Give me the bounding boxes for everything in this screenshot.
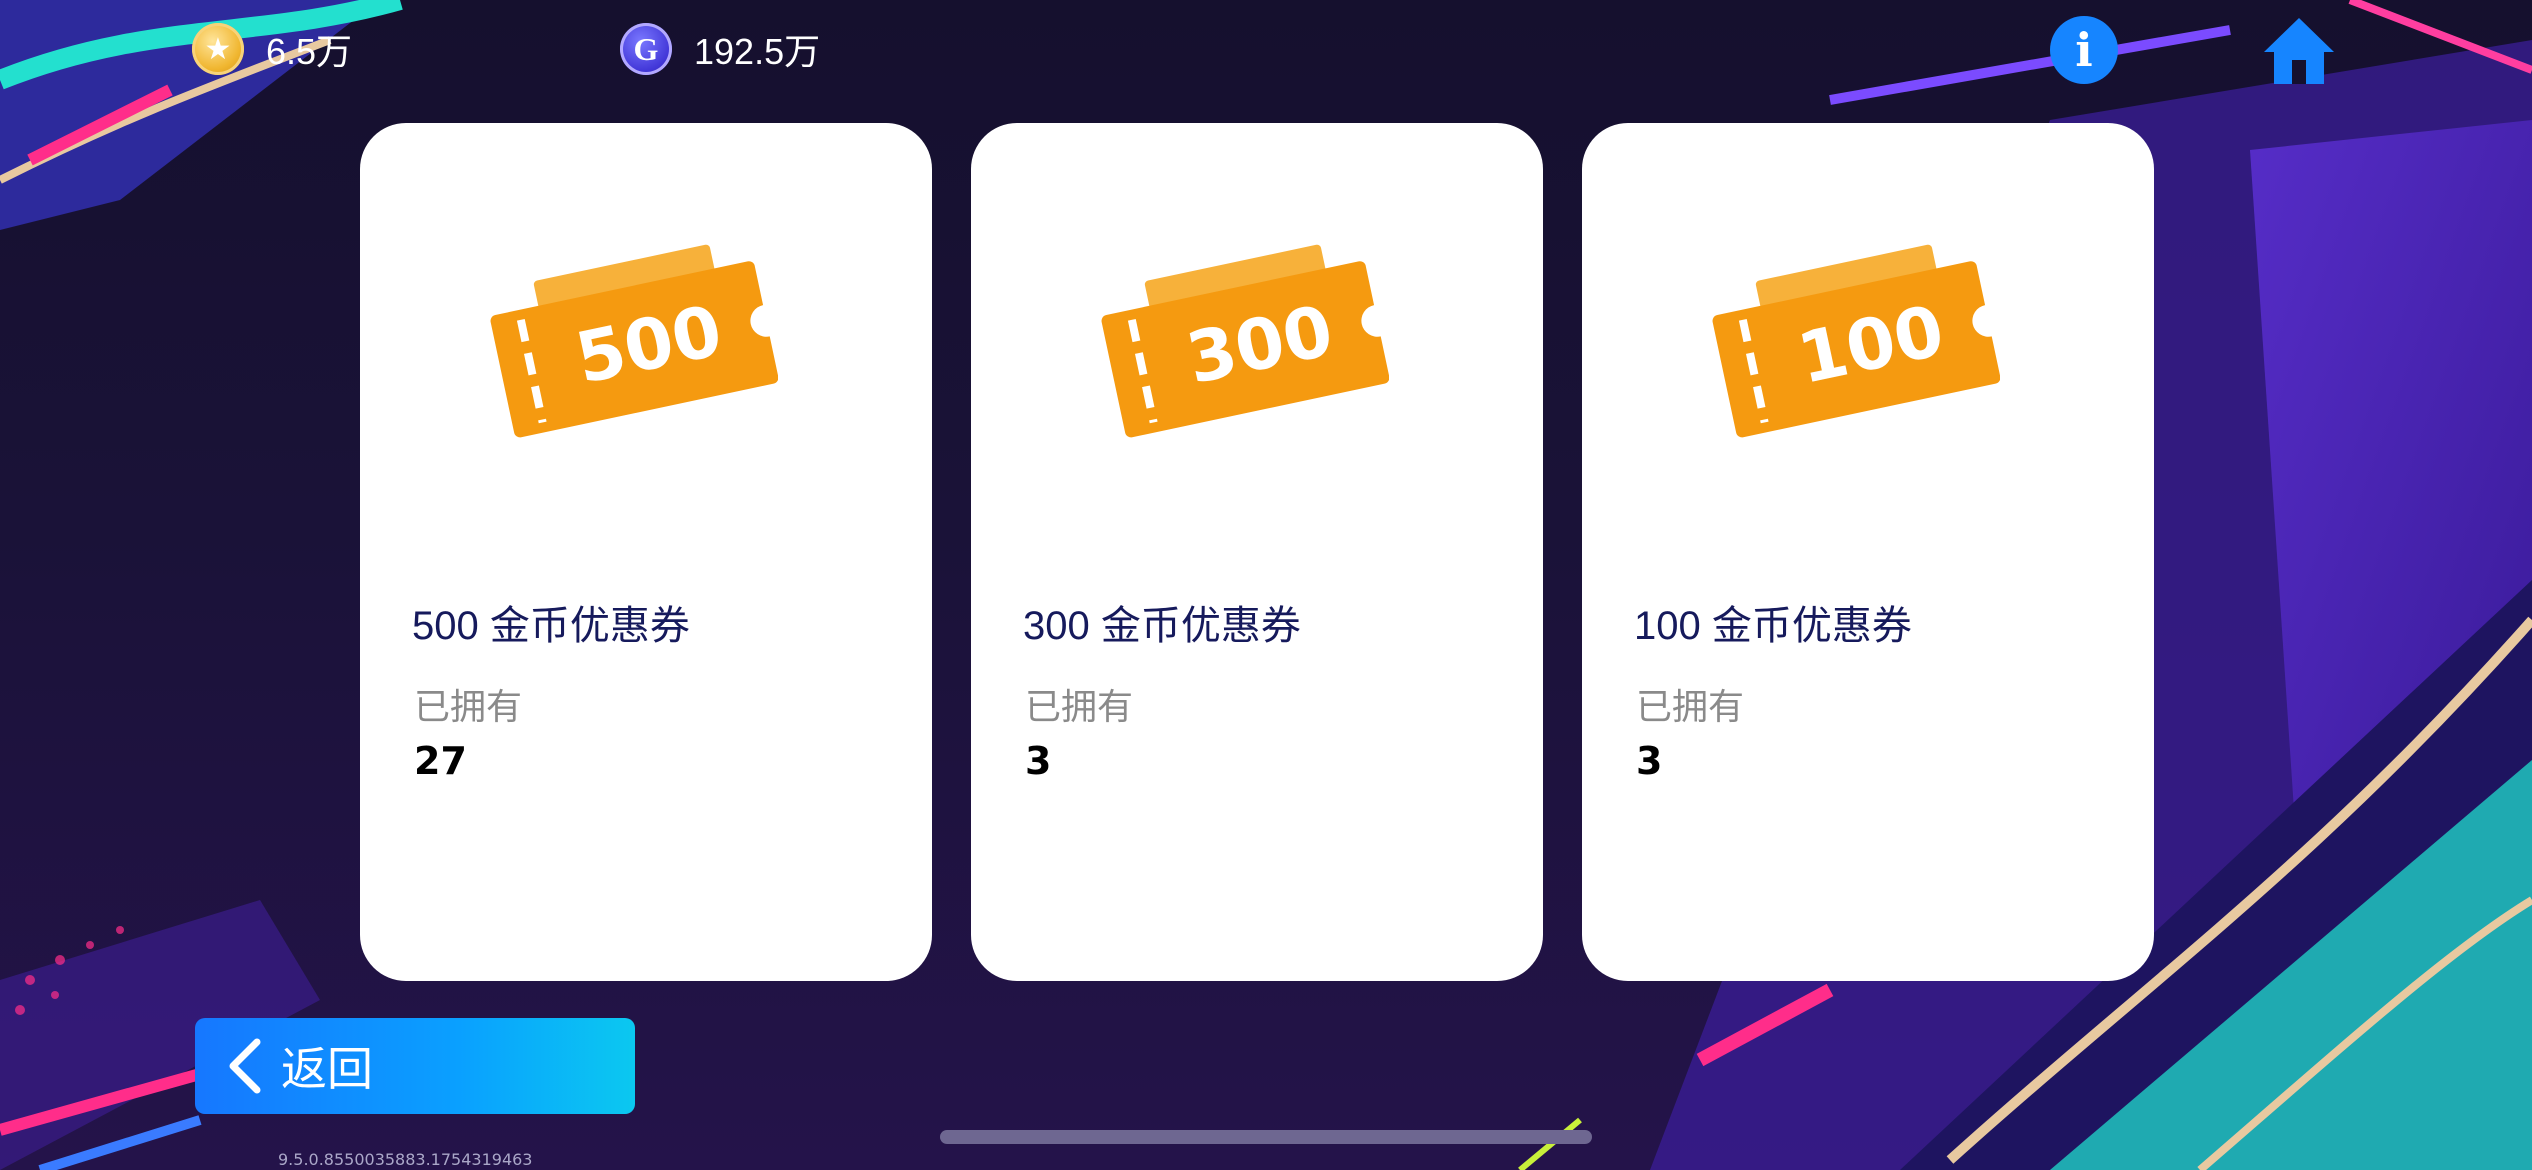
coupon-card-500[interactable]: 500 500 金币优惠券 已拥有 27 — [360, 123, 932, 981]
coupon-title: 500 金币优惠券 — [412, 604, 690, 648]
owned-label: 已拥有 — [1636, 687, 1745, 728]
chevron-left-icon — [229, 1038, 261, 1094]
top-bar: ★ 6.5万 G 192.5万 i — [0, 0, 2532, 110]
coupon-card-100[interactable]: 100 100 金币优惠券 已拥有 3 — [1582, 123, 2154, 981]
ticket-icon: 100 — [1712, 244, 2000, 438]
owned-label: 已拥有 — [414, 687, 523, 728]
version-text: 9.5.0.8550035883.1754319463 — [278, 1150, 533, 1169]
coupon-card-300[interactable]: 300 300 金币优惠券 已拥有 3 — [971, 123, 1543, 981]
back-button-label: 返回 — [281, 1042, 373, 1096]
coupon-title: 100 金币优惠券 — [1634, 604, 1912, 648]
ticket-icon: 300 — [1101, 244, 1389, 438]
g-coin-icon: G — [620, 23, 672, 75]
owned-count: 3 — [1025, 739, 1052, 783]
owned-count: 3 — [1636, 739, 1663, 783]
home-indicator[interactable] — [940, 1130, 1592, 1144]
gem-balance: G 192.5万 — [620, 18, 820, 80]
coin-balance-value: 6.5万 — [266, 31, 353, 72]
coupon-title: 300 金币优惠券 — [1023, 604, 1301, 648]
coin-balance: ★ 6.5万 — [192, 18, 352, 80]
home-icon[interactable] — [2262, 16, 2336, 86]
back-button[interactable]: 返回 — [195, 1018, 635, 1114]
info-icon[interactable]: i — [2050, 16, 2118, 84]
gem-balance-value: 192.5万 — [694, 31, 821, 72]
owned-count: 27 — [414, 739, 467, 783]
star-coin-icon: ★ — [192, 23, 244, 75]
owned-label: 已拥有 — [1025, 687, 1134, 728]
ticket-icon: 500 — [490, 244, 778, 438]
